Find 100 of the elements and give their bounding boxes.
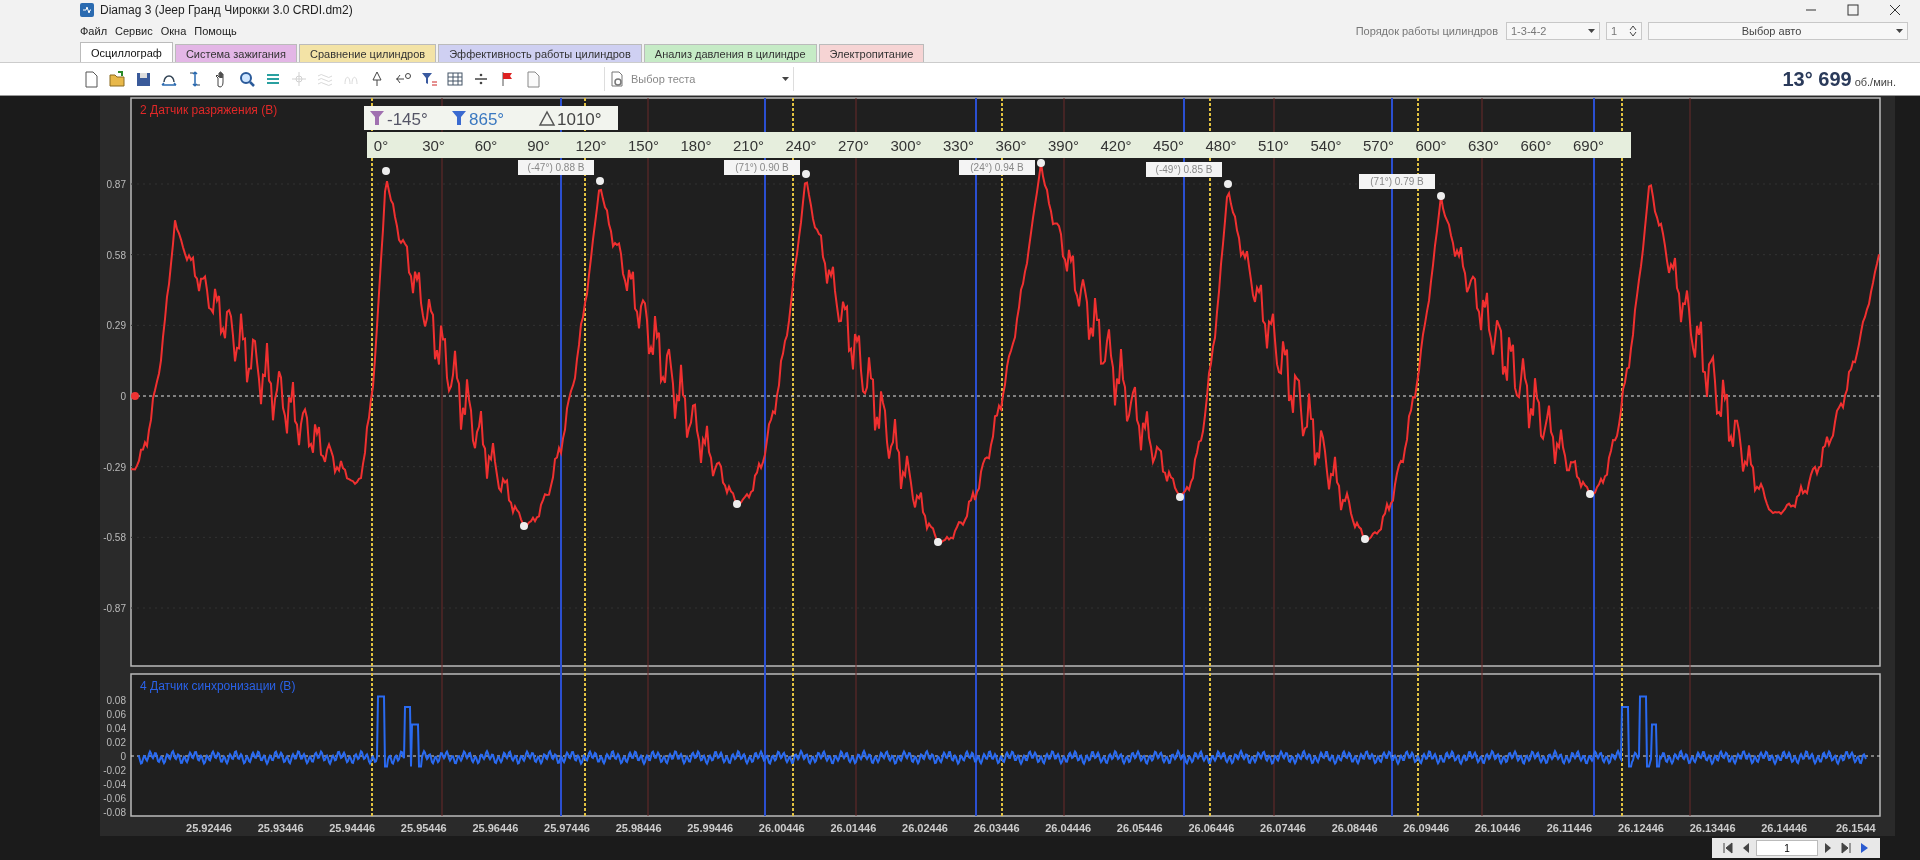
tab[interactable]: Анализ давления в цилиндре <box>643 44 817 62</box>
marker-point[interactable] <box>520 522 528 530</box>
degree-label: 630° <box>1468 137 1499 154</box>
time-label: 26.05446 <box>1116 822 1163 834</box>
cursor-line[interactable] <box>1209 97 1211 817</box>
time-label: 25.98446 <box>615 822 662 834</box>
time-label: 26.14446 <box>1761 822 1808 834</box>
time-label: 25.96446 <box>472 822 519 834</box>
document-gear-icon <box>609 71 625 87</box>
degree-label: 690° <box>1573 137 1604 154</box>
cursor-line[interactable] <box>1417 97 1419 817</box>
axis-tick-label: 0.29 <box>106 320 126 332</box>
degree-label: 540° <box>1310 137 1342 154</box>
rpm-value: 13° 699 <box>1782 67 1852 91</box>
degree-label: 30° <box>422 137 445 154</box>
axis-tick-label: -0.58 <box>103 532 126 544</box>
cursor-line[interactable] <box>1621 97 1623 817</box>
maximize-button[interactable] <box>1846 3 1860 17</box>
time-label: 26.11446 <box>1546 822 1593 834</box>
vehicle-dropdown[interactable]: Выбор авто <box>1648 22 1908 40</box>
degree-label: 180° <box>680 137 712 154</box>
first-page-button[interactable] <box>1720 840 1736 856</box>
skip-back-icon <box>1720 840 1736 856</box>
time-label: 26.08446 <box>1331 822 1378 834</box>
firing-order-dropdown[interactable]: 1-3-4-2 <box>1506 22 1600 40</box>
axis-tick-label: 0.87 <box>106 179 126 190</box>
marker-point[interactable] <box>1361 535 1369 543</box>
test-dropdown[interactable]: Выбор теста <box>604 67 794 91</box>
channel-title: 4 Датчик синхронизации (В) <box>140 679 296 693</box>
degree-label: 600° <box>1415 137 1447 154</box>
time-label: 25.93446 <box>257 822 304 834</box>
channel-title: 2 Датчик разряжения (В) <box>140 103 278 117</box>
tab[interactable]: Электропитание <box>818 44 925 62</box>
crosshair-icon <box>290 70 308 88</box>
skip-forward-icon <box>1838 840 1854 856</box>
degree-label: 510° <box>1258 137 1289 154</box>
cursor-angle: 865° <box>469 110 505 129</box>
time-label: 26.06446 <box>1188 822 1235 834</box>
menu-item[interactable]: Помощь <box>194 25 237 37</box>
page-field[interactable]: 1 <box>1756 840 1818 856</box>
cursor-line[interactable] <box>371 97 373 817</box>
close-button[interactable] <box>1888 3 1902 17</box>
marker-point[interactable] <box>802 170 810 178</box>
marker-point[interactable] <box>382 167 390 175</box>
degree-label: 270° <box>838 137 869 154</box>
time-label: 26.13446 <box>1689 822 1736 834</box>
cursor-line[interactable] <box>584 97 586 817</box>
axis-tick-label: 0.08 <box>106 695 126 706</box>
degree-label: 0° <box>373 137 389 154</box>
tab[interactable]: Система зажигания <box>174 44 297 62</box>
cursor-line[interactable] <box>1001 97 1003 817</box>
marker-point[interactable] <box>934 538 942 546</box>
menu-item[interactable]: Файл <box>80 25 108 37</box>
open-tool-button[interactable] <box>106 68 128 90</box>
marker-point[interactable] <box>1037 159 1045 167</box>
time-label: 26.03446 <box>973 822 1020 834</box>
time-label: 26.00446 <box>758 822 805 834</box>
axis-tick-label: -0.06 <box>103 793 126 804</box>
marker-point[interactable] <box>733 500 741 508</box>
axis-tick-label: -0.02 <box>103 765 126 776</box>
magnifier-icon <box>238 70 256 88</box>
caret-icon <box>1896 29 1903 33</box>
funnel-icon <box>420 70 438 88</box>
cursor-angle: -145° <box>387 110 428 129</box>
tab[interactable]: Осциллограф <box>80 42 173 62</box>
marker-point[interactable] <box>1437 192 1445 200</box>
axis-tick-label: 0.58 <box>106 249 126 261</box>
cursor-line[interactable] <box>792 97 794 817</box>
funnel-icon <box>452 111 466 125</box>
tab[interactable]: Сравнение цилиндров <box>299 44 437 62</box>
tab[interactable]: Эффективность работы цилиндров <box>438 44 642 62</box>
degree-label: 390° <box>1048 137 1079 154</box>
last-page-button[interactable] <box>1838 840 1854 856</box>
degree-label: 480° <box>1205 137 1237 154</box>
time-label: 26.1544 <box>1835 822 1876 834</box>
time-label: 25.95446 <box>400 822 447 834</box>
offset-handle[interactable] <box>131 392 139 400</box>
marker-point[interactable] <box>596 177 604 185</box>
time-label: 26.12446 <box>1618 822 1664 834</box>
window-title: Diamag 3 (Jeep Гранд Чирокки 3.0 CRDI.dm2) <box>100 3 354 17</box>
document-icon <box>82 70 100 88</box>
menu-item[interactable]: Окна <box>160 25 187 37</box>
time-label: 26.01446 <box>830 822 877 834</box>
axis-tick-label: 0 <box>120 391 126 402</box>
axis-tick-label: 0 <box>120 751 126 762</box>
cylinder-spinner[interactable]: 1 <box>1606 22 1642 40</box>
degree-label: 120° <box>575 137 607 154</box>
marker-point[interactable] <box>1176 493 1184 501</box>
maximize-icon <box>1846 3 1860 17</box>
marker-point[interactable] <box>1224 180 1232 188</box>
marker-point[interactable] <box>1586 490 1594 498</box>
degree-label: 150° <box>628 137 659 154</box>
table-icon <box>446 70 464 88</box>
menu-item[interactable]: Сервис <box>115 25 153 37</box>
value-label: (-49°) 0.85 В <box>1146 162 1222 177</box>
axis-tick-label: 0.02 <box>106 737 126 748</box>
rpm-unit: об./мин. <box>1854 75 1896 88</box>
value-label: (71°) 0.90 В <box>724 160 800 175</box>
time-label: 26.02446 <box>902 822 948 834</box>
page-icon <box>524 70 542 88</box>
